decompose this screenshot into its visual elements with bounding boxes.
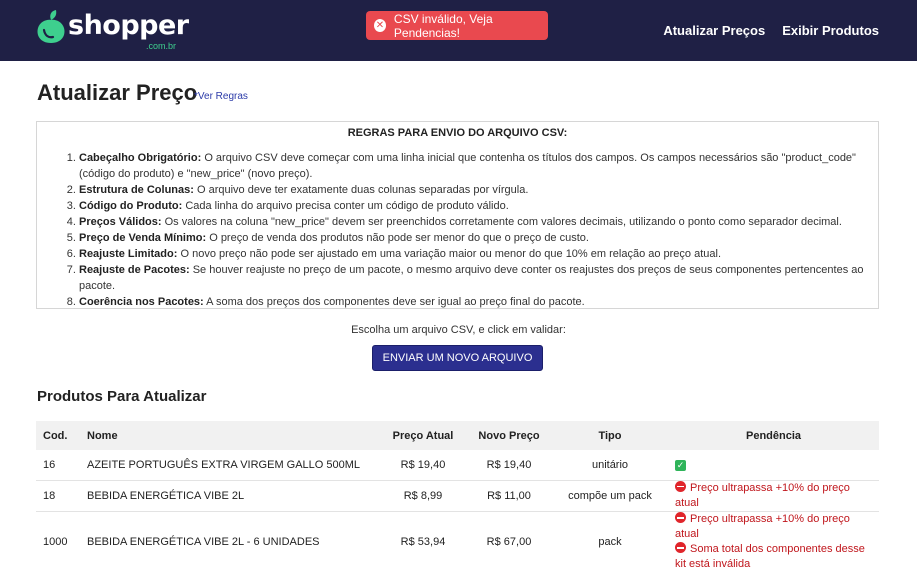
- col-novo-preco: Novo Preço: [478, 429, 540, 442]
- rule-item: Reajuste Limitado: O novo preço não pode…: [79, 246, 866, 262]
- upload-prompt: Escolha um arquivo CSV, e click em valid…: [351, 324, 566, 336]
- pending-item: Preço ultrapassa +10% do preço atual: [675, 512, 850, 540]
- col-preco-atual: Preço Atual: [392, 429, 454, 442]
- rule-item: Reajuste de Pacotes: Se houver reajuste …: [79, 262, 866, 294]
- rule-item: Preço de Venda Mínimo: O preço de venda …: [79, 230, 866, 246]
- cell-code: 18: [36, 480, 80, 512]
- table-row: 1000 BEBIDA ENERGÉTICA VIBE 2L - 6 UNIDA…: [36, 511, 879, 573]
- error-minus-icon: [675, 512, 686, 523]
- rule-item: Coerência nos Pacotes: A soma dos preços…: [79, 294, 866, 310]
- cell-current-price: R$ 53,94: [380, 511, 466, 573]
- rule-item: Estrutura de Colunas: O arquivo deve ter…: [79, 182, 866, 198]
- cell-new-price: R$ 11,00: [466, 480, 552, 512]
- products-section-title: Produtos Para Atualizar: [37, 388, 207, 405]
- table-header-row: Cod. Nome Preço Atual Novo Preço Tipo Pe…: [36, 421, 879, 450]
- cell-new-price: R$ 19,40: [466, 450, 552, 481]
- rules-heading: REGRAS PARA ENVIO DO ARQUIVO CSV:: [347, 127, 568, 139]
- shopper-leaf-icon: [37, 10, 65, 43]
- cell-type: pack: [552, 511, 668, 573]
- col-nome: Nome: [87, 429, 118, 442]
- ver-regras-link[interactable]: *Ver Regras: [194, 91, 248, 102]
- cell-pending: ✓: [668, 450, 879, 481]
- table-row: 18 BEBIDA ENERGÉTICA VIBE 2L R$ 8,99 R$ …: [36, 480, 879, 512]
- cell-name: BEBIDA ENERGÉTICA VIBE 2L - 6 UNIDADES: [80, 511, 380, 573]
- toast-message: CSV inválido, Veja Pendencias!: [393, 11, 493, 40]
- rule-item: Preços Válidos: Os valores na coluna "ne…: [79, 214, 866, 230]
- error-minus-icon: [675, 542, 686, 553]
- check-icon: ✓: [675, 459, 686, 471]
- col-tipo: Tipo: [598, 429, 622, 442]
- error-minus-icon: [675, 480, 686, 492]
- brand-name: shopper: [68, 10, 189, 41]
- upload-file-button[interactable]: ENVIAR UM NOVO ARQUIVO: [372, 345, 543, 371]
- nav-atualizar-precos[interactable]: Atualizar Preços: [663, 23, 765, 38]
- pending-item: Soma total dos componentes desse kit est…: [675, 542, 865, 570]
- main-nav: Atualizar Preços Exibir Produtos: [663, 23, 879, 38]
- cell-code: 1000: [36, 511, 80, 573]
- brand-domain: .com.br: [146, 41, 177, 51]
- col-cod: Cod.: [43, 429, 68, 442]
- rules-panel: REGRAS PARA ENVIO DO ARQUIVO CSV: Cabeça…: [36, 121, 879, 309]
- nav-exibir-produtos[interactable]: Exibir Produtos: [782, 23, 879, 38]
- cell-new-price: R$ 67,00: [466, 511, 552, 573]
- cell-code: 16: [36, 450, 80, 481]
- cell-pending: Preço ultrapassa +10% do preço atual Som…: [668, 511, 879, 573]
- rule-item: Cabeçalho Obrigatório: O arquivo CSV dev…: [79, 150, 866, 182]
- cell-current-price: R$ 8,99: [380, 480, 466, 512]
- error-toast[interactable]: ✕ CSV inválido, Veja Pendencias!: [366, 11, 548, 40]
- table-row: 16 AZEITE PORTUGUÊS EXTRA VIRGEM GALLO 5…: [36, 450, 879, 481]
- page-title: Atualizar Preço: [37, 80, 198, 105]
- cell-type: unitário: [552, 450, 668, 481]
- cell-name: AZEITE PORTUGUÊS EXTRA VIRGEM GALLO 500M…: [80, 450, 380, 481]
- col-pendencia: Pendência: [745, 429, 802, 442]
- pending-item: Preço ultrapassa +10% do preço atual: [675, 480, 850, 509]
- cell-type: compõe um pack: [552, 480, 668, 512]
- rule-item: Código do Produto: Cada linha do arquivo…: [79, 198, 866, 214]
- products-table: Cod. Nome Preço Atual Novo Preço Tipo Pe…: [36, 421, 879, 573]
- cell-name: BEBIDA ENERGÉTICA VIBE 2L: [80, 480, 380, 512]
- cell-pending: Preço ultrapassa +10% do preço atual: [668, 480, 879, 512]
- shopper-logo[interactable]: shopper .com.br: [36, 8, 189, 51]
- cell-current-price: R$ 19,40: [380, 450, 466, 481]
- error-circle-icon: ✕: [374, 19, 386, 32]
- rules-list: Cabeçalho Obrigatório: O arquivo CSV dev…: [49, 150, 866, 310]
